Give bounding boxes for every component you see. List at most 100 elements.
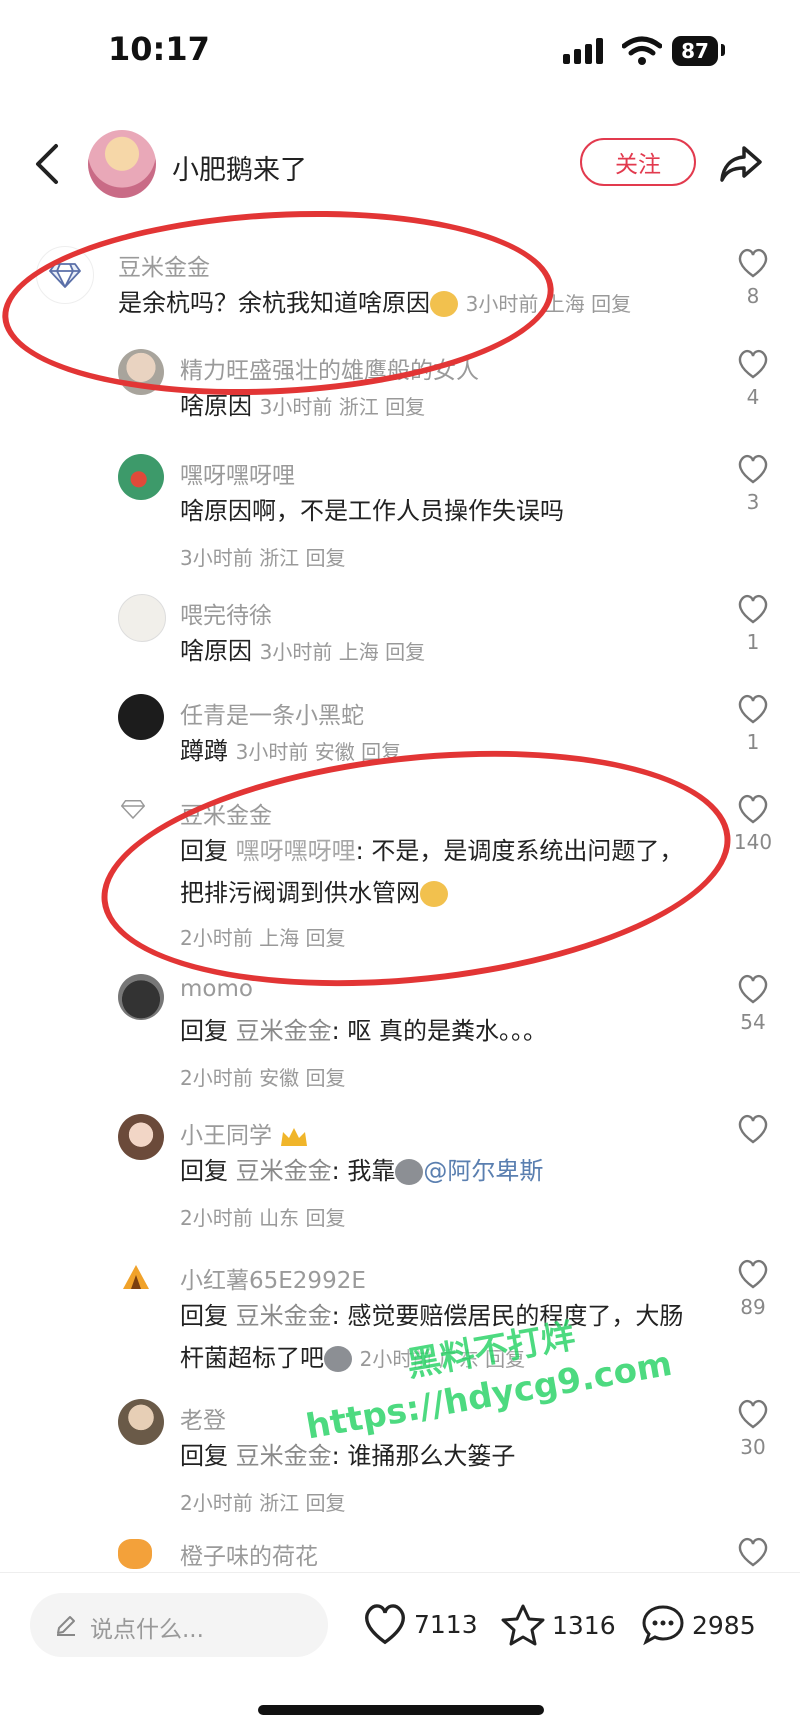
reply-target[interactable]: 嘿呀嘿呀哩	[236, 837, 356, 865]
clock: 10:17	[108, 30, 210, 68]
comment-body: 啥原因	[180, 637, 252, 665]
like-button[interactable]: 4	[733, 349, 773, 409]
like-button[interactable]: 30	[733, 1399, 773, 1459]
like-button[interactable]: 1	[733, 594, 773, 654]
comment-meta[interactable]: 3小时前 上海 回复	[466, 292, 631, 316]
poop-emoji-icon	[324, 1346, 352, 1372]
wifi-icon	[622, 36, 662, 65]
comment-text: 蹲蹲 3小时前 安徽 回复	[180, 730, 720, 773]
comment-body: : 我靠	[331, 1157, 396, 1185]
heart-icon	[738, 794, 768, 824]
avatar[interactable]	[118, 794, 148, 824]
like-count: 54	[740, 1010, 766, 1034]
comment-body: : 谁捅那么大篓子	[331, 1442, 516, 1470]
heart-icon	[738, 974, 768, 1004]
comment-meta[interactable]: 3小时前 浙江 回复	[260, 395, 425, 419]
avatar[interactable]	[36, 246, 94, 304]
like-total: 7113	[414, 1609, 478, 1639]
comment-text: 回复 豆米金金: 感觉要赔偿居民的程度了，大肠杆菌超标了吧 2小时前 广东 回复	[180, 1295, 700, 1380]
favorite-button[interactable]: 1316	[500, 1603, 616, 1647]
like-button[interactable]: 54	[733, 974, 773, 1034]
avatar[interactable]	[118, 1539, 152, 1569]
comment-author[interactable]: 豆米金金	[180, 796, 272, 830]
comment-author[interactable]: 老登	[180, 1401, 226, 1435]
comment-meta[interactable]: 2小时前 浙江 回复	[180, 1487, 345, 1516]
back-arrow-icon[interactable]	[32, 142, 62, 186]
reply-target[interactable]: 豆米金金	[236, 1442, 332, 1470]
reply-label: 回复	[180, 1157, 228, 1185]
mention-link[interactable]: @阿尔卑斯	[423, 1157, 543, 1185]
avatar[interactable]	[118, 974, 164, 1020]
like-button[interactable]: 89	[733, 1259, 773, 1319]
heart-icon	[738, 594, 768, 624]
reply-target[interactable]: 豆米金金	[236, 1302, 332, 1330]
like-button[interactable]	[733, 1114, 773, 1150]
comment-meta[interactable]: 2小时前 安徽 回复	[180, 1062, 345, 1091]
crown-icon	[281, 1127, 308, 1146]
diamond-icon	[121, 800, 145, 819]
like-count: 140	[733, 830, 773, 854]
avatar[interactable]	[118, 594, 166, 642]
battery-indicator: 87	[672, 36, 718, 66]
comment-author[interactable]: momo	[180, 976, 253, 1002]
comment-author[interactable]: 小王同学	[180, 1116, 309, 1150]
like-count: 89	[740, 1295, 766, 1319]
reply-label: 回复	[180, 1302, 228, 1330]
comment-meta[interactable]: 3小时前 安徽 回复	[236, 740, 401, 764]
like-button[interactable]: 140	[728, 794, 778, 854]
comment-author[interactable]: 嘿呀嘿呀哩	[180, 456, 295, 490]
avatar[interactable]	[118, 1259, 154, 1295]
reply-target[interactable]: 豆米金金	[236, 1157, 332, 1185]
like-button[interactable]: 8	[733, 248, 773, 308]
reply-target[interactable]: 豆米金金	[236, 1017, 332, 1045]
comment-text: 回复 嘿呀嘿呀哩: 不是，是调度系统出问题了，把排污阀调到供水管网	[180, 830, 700, 914]
avatar[interactable]	[118, 349, 164, 395]
comment-meta[interactable]: 2小时前 上海 回复	[180, 922, 345, 951]
avatar[interactable]	[118, 1399, 164, 1445]
like-button[interactable]	[733, 1537, 773, 1567]
comment-text: 啥原因 3小时前 浙江 回复	[180, 385, 720, 428]
heart-icon	[738, 694, 768, 724]
comment-author[interactable]: 任青是一条小黑蛇	[180, 696, 364, 730]
comment-body: 蹲蹲	[180, 737, 228, 765]
like-post-button[interactable]: 7113	[362, 1603, 478, 1645]
bottom-action-bar: 说点什么... 7113 1316 2985	[0, 1572, 800, 1683]
doge-emoji-icon	[420, 881, 448, 907]
follow-button[interactable]: 关注	[580, 138, 696, 186]
author-name[interactable]: 小肥鹅来了	[172, 148, 307, 187]
diamond-icon	[49, 263, 81, 288]
comment-author[interactable]: 喂完待徐	[180, 596, 272, 630]
heart-icon	[738, 1259, 768, 1289]
avatar[interactable]	[118, 694, 164, 740]
like-count: 1	[746, 730, 760, 754]
comment-author[interactable]: 橙子味的荷花	[180, 1537, 318, 1571]
like-count: 30	[740, 1435, 766, 1459]
comment-body: 是余杭吗？余杭我知道啥原因	[118, 289, 430, 317]
comment-meta[interactable]: 3小时前 上海 回复	[260, 640, 425, 664]
author-name: 小王同学	[180, 1123, 272, 1149]
comment-meta[interactable]: 2小时前 广东 回复	[360, 1347, 525, 1371]
avatar[interactable]	[118, 454, 164, 500]
home-indicator	[258, 1705, 544, 1715]
post-header: 小肥鹅来了 关注	[0, 120, 800, 210]
comment-author[interactable]: 小红薯65E2992E	[180, 1261, 366, 1295]
author-avatar[interactable]	[88, 130, 156, 198]
comment-author[interactable]: 豆米金金	[118, 248, 210, 282]
battery-nub	[721, 44, 725, 56]
like-count: 4	[746, 385, 760, 409]
comment-meta[interactable]: 2小时前 山东 回复	[180, 1202, 345, 1231]
comment-author[interactable]: 精力旺盛强壮的雄鹰般的女人	[180, 351, 479, 385]
avatar[interactable]	[118, 1114, 164, 1160]
comments-button[interactable]: 2985	[640, 1603, 756, 1647]
share-icon[interactable]	[718, 142, 764, 186]
heart-icon	[738, 1399, 768, 1429]
reply-label: 回复	[180, 837, 228, 865]
like-button[interactable]: 3	[733, 454, 773, 514]
comment-meta[interactable]: 3小时前 浙江 回复	[180, 542, 345, 571]
favorite-total: 1316	[552, 1610, 616, 1640]
like-button[interactable]: 1	[733, 694, 773, 754]
comment-input[interactable]: 说点什么...	[30, 1593, 328, 1657]
comment-text: 啥原因啊，不是工作人员操作失误吗	[180, 497, 564, 525]
comment-body: 啥原因	[180, 392, 252, 420]
pencil-icon	[57, 1616, 75, 1636]
